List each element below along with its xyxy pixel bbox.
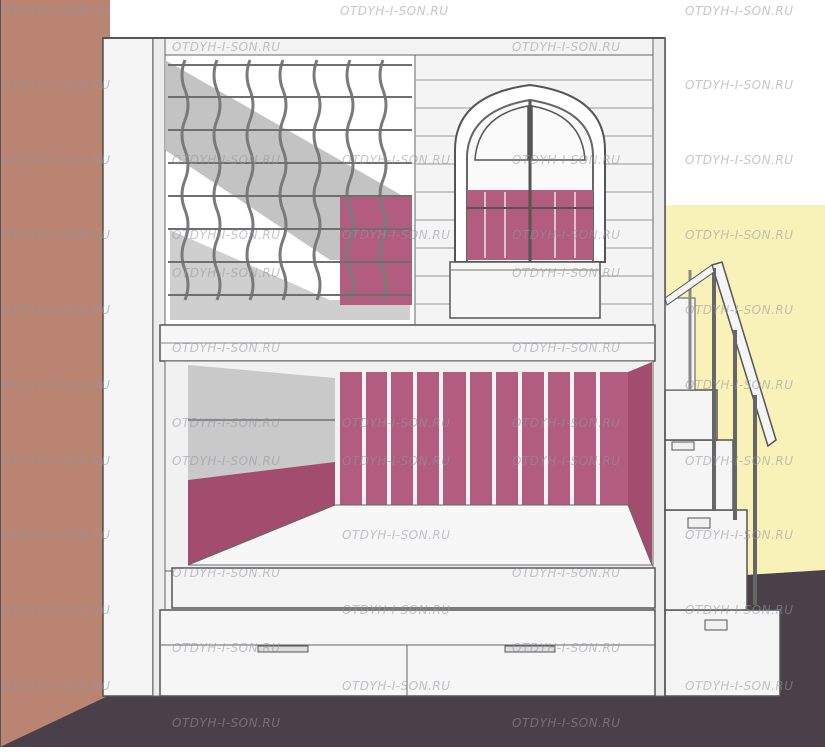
drawer-handle-left (257, 645, 309, 653)
render-scene (0, 0, 825, 747)
drawer-handle-right (504, 645, 556, 653)
bunk-bed-illustration (0, 0, 825, 747)
left-post (102, 37, 154, 697)
lower-pink-back-panel (340, 372, 628, 508)
mattress-front (171, 567, 656, 609)
lower-side-window (188, 365, 335, 480)
left-wall (0, 0, 110, 747)
